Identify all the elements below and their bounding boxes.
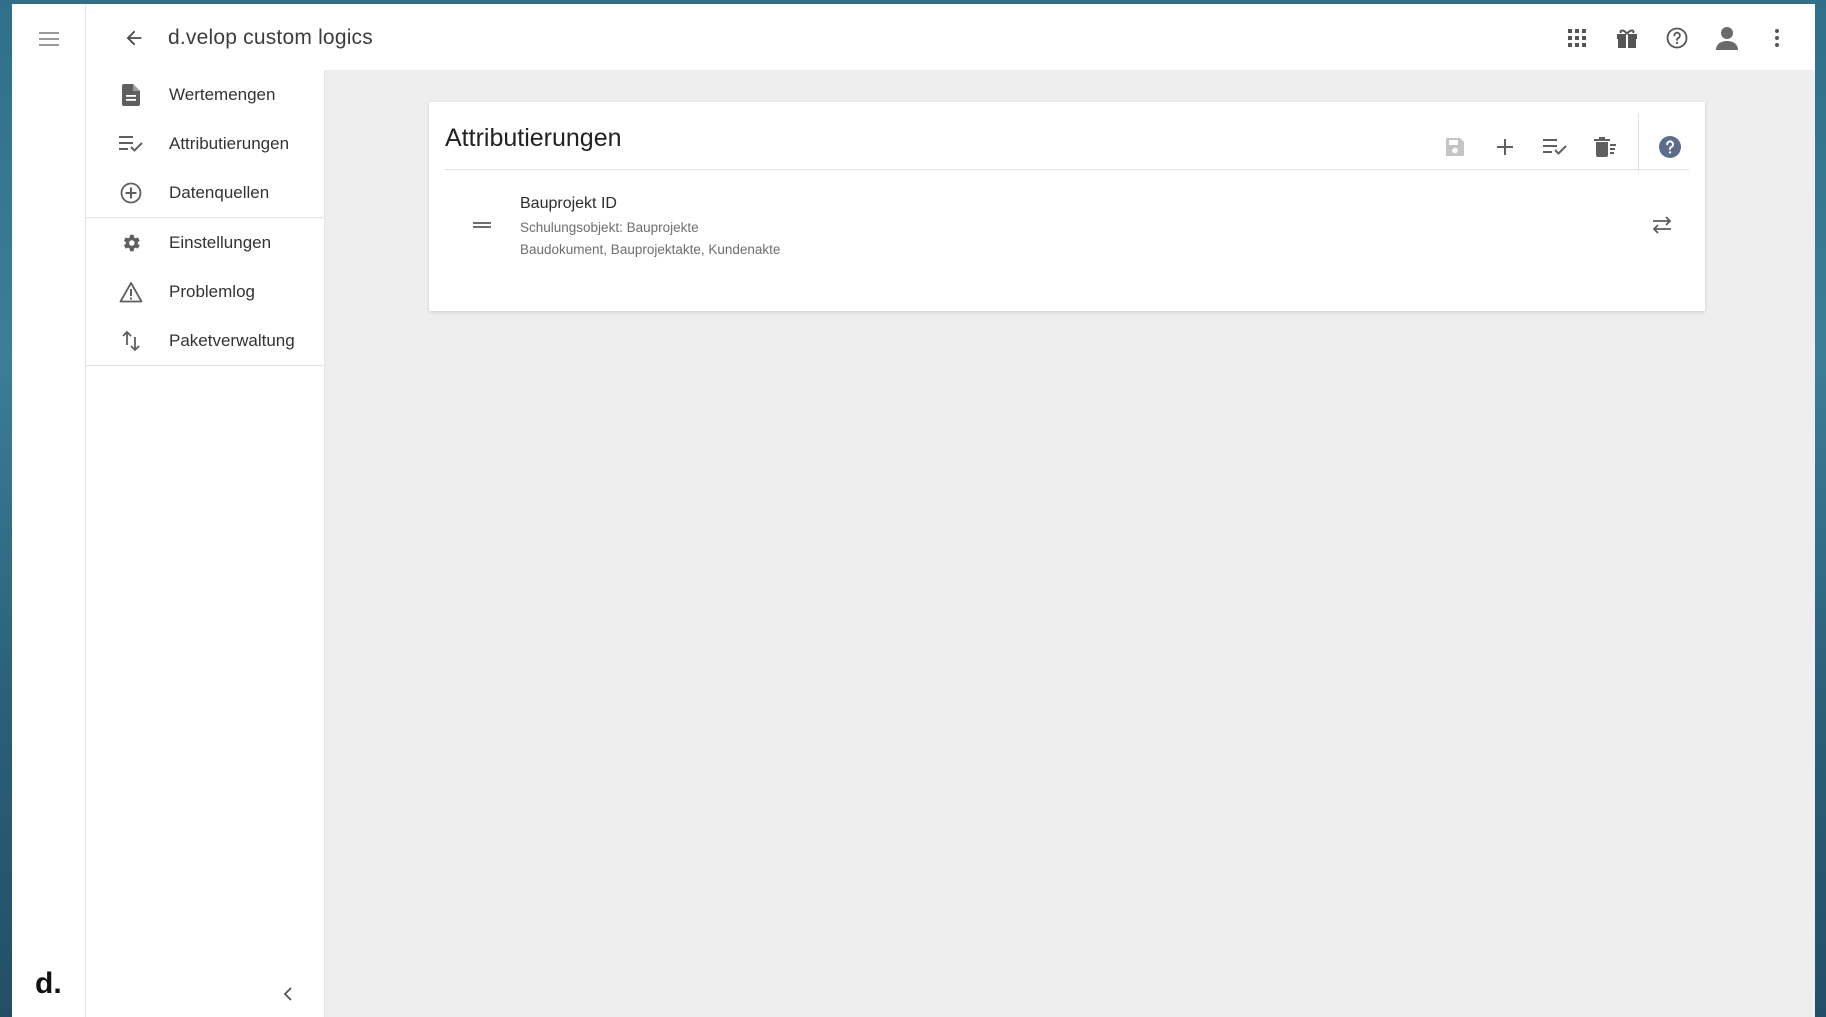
- gift-icon: [1617, 29, 1637, 48]
- toolbar-divider: [1638, 114, 1639, 172]
- list-item[interactable]: Bauprojekt ID Schulungsobjekt: Bauprojek…: [445, 190, 1689, 266]
- save-icon: [1446, 138, 1464, 156]
- sidebar-item-datenquellen[interactable]: Datenquellen: [86, 168, 324, 217]
- sidebar-item-label: Einstellungen: [169, 232, 272, 252]
- hamburger-menu-icon: [39, 32, 59, 46]
- page-title: Attributierungen: [445, 124, 622, 152]
- gear-icon: [118, 230, 144, 256]
- swap-horizontal-icon: [1652, 216, 1672, 234]
- sidebar-item-label: Attributierungen: [169, 133, 290, 153]
- sidebar-item-label: Paketverwaltung: [169, 330, 295, 350]
- header-actions: [1561, 22, 1793, 54]
- app-title: d.velop custom logics: [168, 26, 373, 49]
- apps-button[interactable]: [1561, 22, 1593, 54]
- swap-vertical-icon: [118, 328, 144, 354]
- user-button[interactable]: [1711, 22, 1743, 54]
- sidebar-item-problemlog[interactable]: Problemlog: [86, 267, 324, 316]
- sidebar-item-label: Problemlog: [169, 281, 255, 301]
- back-button[interactable]: [120, 24, 148, 52]
- item-categories: Baudokument, Bauprojektakte, Kundenakte: [520, 242, 781, 257]
- drag-handle[interactable]: [471, 214, 493, 236]
- sidebar-item-paketverwaltung[interactable]: Paketverwaltung: [86, 316, 324, 365]
- sidebar-item-label: Wertemengen: [169, 84, 276, 104]
- more-options-button[interactable]: [1761, 22, 1793, 54]
- app-window: d. d.velop custom logics Wertemengen Att…: [12, 4, 1815, 1017]
- apps-grid-icon: [1568, 29, 1586, 47]
- top-bar: d.velop custom logics: [86, 4, 1815, 70]
- item-subtitle: Schulungsobjekt: Bauprojekte: [520, 220, 699, 235]
- document-icon: [118, 82, 144, 108]
- left-rail: d.: [12, 4, 86, 1017]
- chevron-left-icon: [283, 987, 292, 1001]
- sidebar-item-einstellungen[interactable]: Einstellungen: [86, 218, 324, 267]
- delete-button[interactable]: [1588, 130, 1622, 164]
- select-list-button[interactable]: [1538, 130, 1572, 164]
- item-name: Bauprojekt ID: [520, 195, 617, 212]
- add-circle-icon: [118, 180, 144, 206]
- help-button[interactable]: [1661, 22, 1693, 54]
- sidebar-nav: Wertemengen Attributierungen Datenquelle…: [86, 70, 325, 1017]
- more-vert-icon: [1775, 29, 1779, 47]
- user-avatar-icon: [1716, 27, 1738, 50]
- mapping-button[interactable]: [1647, 210, 1677, 240]
- dvelop-logo: d.: [35, 967, 62, 1000]
- nav-divider: [86, 365, 324, 366]
- collapse-sidebar-button[interactable]: [275, 981, 301, 1007]
- add-button[interactable]: [1488, 130, 1522, 164]
- drag-handle-icon: [473, 222, 491, 228]
- help-button[interactable]: [1653, 130, 1687, 164]
- playlist-check-icon: [118, 131, 144, 157]
- attributierungen-card: Attributierungen Bauprojekt ID Schulungs…: [429, 102, 1705, 311]
- card-divider: [445, 169, 1689, 170]
- playlist-check-icon: [1543, 139, 1567, 155]
- help-circle-icon: [1666, 27, 1688, 49]
- save-button[interactable]: [1438, 130, 1472, 164]
- sidebar-item-label: Datenquellen: [169, 182, 270, 202]
- warning-icon: [118, 279, 144, 305]
- arrow-back-icon: [126, 30, 142, 46]
- help-circle-filled-icon: [1659, 136, 1681, 158]
- gift-button[interactable]: [1611, 22, 1643, 54]
- menu-button[interactable]: [36, 26, 62, 52]
- plus-icon: [1497, 139, 1513, 155]
- sidebar-item-wertemengen[interactable]: Wertemengen: [86, 70, 324, 119]
- delete-sweep-icon: [1594, 137, 1616, 157]
- card-toolbar: [1422, 114, 1687, 176]
- sidebar-item-attributierungen[interactable]: Attributierungen: [86, 119, 324, 168]
